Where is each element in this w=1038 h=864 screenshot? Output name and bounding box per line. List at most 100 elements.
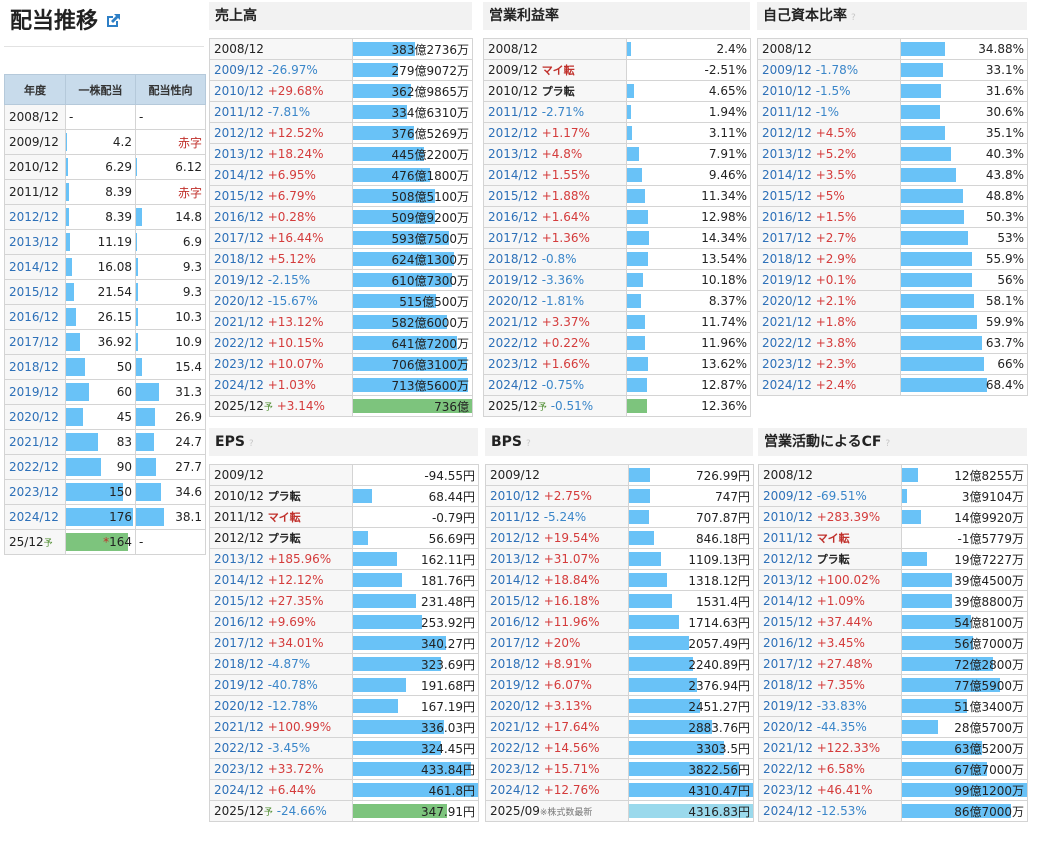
year-label[interactable]: 2012/12	[488, 126, 538, 140]
year-label[interactable]: 2014/12	[763, 594, 813, 608]
row-year[interactable]: 2013/12 +5.2%	[757, 143, 901, 165]
row-year[interactable]: 2017/12 +1.36%	[483, 227, 627, 249]
row-year[interactable]: 2018/12 +5.12%	[209, 248, 353, 270]
year-label[interactable]: 2022/12	[490, 741, 540, 755]
year-label[interactable]: 2017/12	[763, 657, 813, 671]
year-label[interactable]: 2018/12	[488, 252, 538, 266]
row-year[interactable]: 2010/12 +2.75%	[485, 485, 629, 507]
year-label[interactable]: 2024/12	[488, 378, 538, 392]
row-year[interactable]: 2014/12 +1.09%	[758, 590, 902, 612]
year-label[interactable]: 2018/12	[490, 657, 540, 671]
year-label[interactable]: 2017/12	[490, 636, 540, 650]
row-year[interactable]: 2013/12 +18.24%	[209, 143, 353, 165]
row-year[interactable]: 2023/12 +2.3%	[757, 353, 901, 375]
year-label[interactable]: 2021/12	[490, 720, 540, 734]
year-label[interactable]: 2011/12	[214, 105, 264, 119]
row-year[interactable]: 2023/12 +10.07%	[209, 353, 353, 375]
row-year[interactable]: 2011/12 マイ転	[758, 527, 902, 549]
year-label[interactable]: 2013/12	[490, 552, 540, 566]
year-label[interactable]: 2015/12	[763, 615, 813, 629]
year-label[interactable]: 2019/12	[762, 273, 812, 287]
year-label[interactable]: 2014/12	[762, 168, 812, 182]
row-year[interactable]: 2021/12 +13.12%	[209, 311, 353, 333]
year-label[interactable]: 2009/12	[214, 63, 264, 77]
row-year[interactable]: 2017/12 +27.48%	[758, 653, 902, 675]
info-icon[interactable]: ?	[851, 13, 856, 23]
year-label[interactable]: 2010/12	[214, 84, 264, 98]
year-label[interactable]: 2024/12	[214, 783, 264, 797]
year-label[interactable]: 2024/12	[763, 804, 813, 818]
row-year[interactable]: 2017/12 +34.01%	[209, 632, 353, 654]
year-label[interactable]: 2024/12	[490, 783, 540, 797]
year-label[interactable]: 2017/12	[488, 231, 538, 245]
dividend-year-label[interactable]: 2013/12	[9, 235, 59, 249]
row-year[interactable]: 2020/12 +2.1%	[757, 290, 901, 312]
row-year[interactable]: 2018/12 +8.91%	[485, 653, 629, 675]
row-year[interactable]: 2021/12 +100.99%	[209, 716, 353, 738]
year-label[interactable]: 2016/12	[762, 210, 812, 224]
row-year[interactable]: 2013/12 +31.07%	[485, 548, 629, 570]
dividend-year-label[interactable]: 2012/12	[9, 210, 59, 224]
year-label[interactable]: 2021/12	[763, 741, 813, 755]
row-year[interactable]: 2022/12 +10.15%	[209, 332, 353, 354]
year-label[interactable]: 2019/12	[763, 699, 813, 713]
year-label[interactable]: 2019/12	[488, 273, 538, 287]
row-year[interactable]: 2015/12 +5%	[757, 185, 901, 207]
row-year[interactable]: 2012/12 +12.52%	[209, 122, 353, 144]
row-year[interactable]: 2016/12 +0.28%	[209, 206, 353, 228]
dividend-year-label[interactable]: 2019/12	[9, 385, 59, 399]
row-year[interactable]: 2012/12 +1.17%	[483, 122, 627, 144]
year-label[interactable]: 2012/12	[490, 531, 540, 545]
year-label[interactable]: 2021/12	[214, 720, 264, 734]
external-link-icon[interactable]	[104, 4, 122, 27]
year-label[interactable]: 2016/12	[763, 636, 813, 650]
row-year[interactable]: 2024/12 +6.44%	[209, 779, 353, 801]
year-label[interactable]: 2020/12	[488, 294, 538, 308]
year-label[interactable]: 2013/12	[214, 552, 264, 566]
year-label[interactable]: 2014/12	[490, 573, 540, 587]
row-year[interactable]: 2013/12 +4.8%	[483, 143, 627, 165]
year-label[interactable]: 2016/12	[488, 210, 538, 224]
row-year[interactable]: 2016/12 +11.96%	[485, 611, 629, 633]
dividend-year[interactable]: 2021/12	[4, 429, 66, 455]
year-label[interactable]: 2010/12	[762, 84, 812, 98]
row-year[interactable]: 2020/12 -1.81%	[483, 290, 627, 312]
row-year[interactable]: 2010/12 -1.5%	[757, 80, 901, 102]
row-year[interactable]: 2010/12 +29.68%	[209, 80, 353, 102]
year-label[interactable]: 2014/12	[214, 168, 264, 182]
year-label[interactable]: 2023/12	[214, 357, 264, 371]
year-label[interactable]: 2018/12	[763, 678, 813, 692]
row-year[interactable]: 2023/12 +46.41%	[758, 779, 902, 801]
year-label[interactable]: 2023/12	[490, 762, 540, 776]
row-year[interactable]: 2011/12 -1%	[757, 101, 901, 123]
row-year[interactable]: 2017/12 +2.7%	[757, 227, 901, 249]
dividend-year[interactable]: 2012/12	[4, 204, 66, 230]
year-label[interactable]: 2012/12	[762, 126, 812, 140]
row-year[interactable]: 2014/12 +3.5%	[757, 164, 901, 186]
year-label[interactable]: 2018/12	[214, 252, 264, 266]
dividend-year-label[interactable]: 2020/12	[9, 410, 59, 424]
row-year[interactable]: 2011/12 -5.24%	[485, 506, 629, 528]
year-label[interactable]: 2015/12	[214, 189, 264, 203]
year-label[interactable]: 2012/12	[214, 126, 264, 140]
dividend-year-label[interactable]: 2022/12	[9, 460, 59, 474]
year-label[interactable]: 2024/12	[762, 378, 812, 392]
year-label[interactable]: 2020/12	[214, 294, 264, 308]
year-label[interactable]: 2019/12	[490, 678, 540, 692]
year-label[interactable]: 2023/12	[214, 762, 264, 776]
row-year[interactable]: 2020/12 -12.78%	[209, 695, 353, 717]
dividend-year[interactable]: 2014/12	[4, 254, 66, 280]
year-label[interactable]: 2021/12	[488, 315, 538, 329]
row-year[interactable]: 2014/12 +12.12%	[209, 569, 353, 591]
year-label[interactable]: 2016/12	[214, 210, 264, 224]
row-year[interactable]: 2016/12 +3.45%	[758, 632, 902, 654]
row-year[interactable]: 2010/12 +283.39%	[758, 506, 902, 528]
row-year[interactable]: 2015/12 +1.88%	[483, 185, 627, 207]
year-label[interactable]: 2022/12	[214, 336, 264, 350]
row-year[interactable]: 2015/12 +37.44%	[758, 611, 902, 633]
row-year[interactable]: 2019/12 +6.07%	[485, 674, 629, 696]
year-label[interactable]: 2021/12	[214, 315, 264, 329]
row-year[interactable]: 2022/12 +3.8%	[757, 332, 901, 354]
row-year[interactable]: 2017/12 +20%	[485, 632, 629, 654]
year-label[interactable]: 2023/12	[762, 357, 812, 371]
